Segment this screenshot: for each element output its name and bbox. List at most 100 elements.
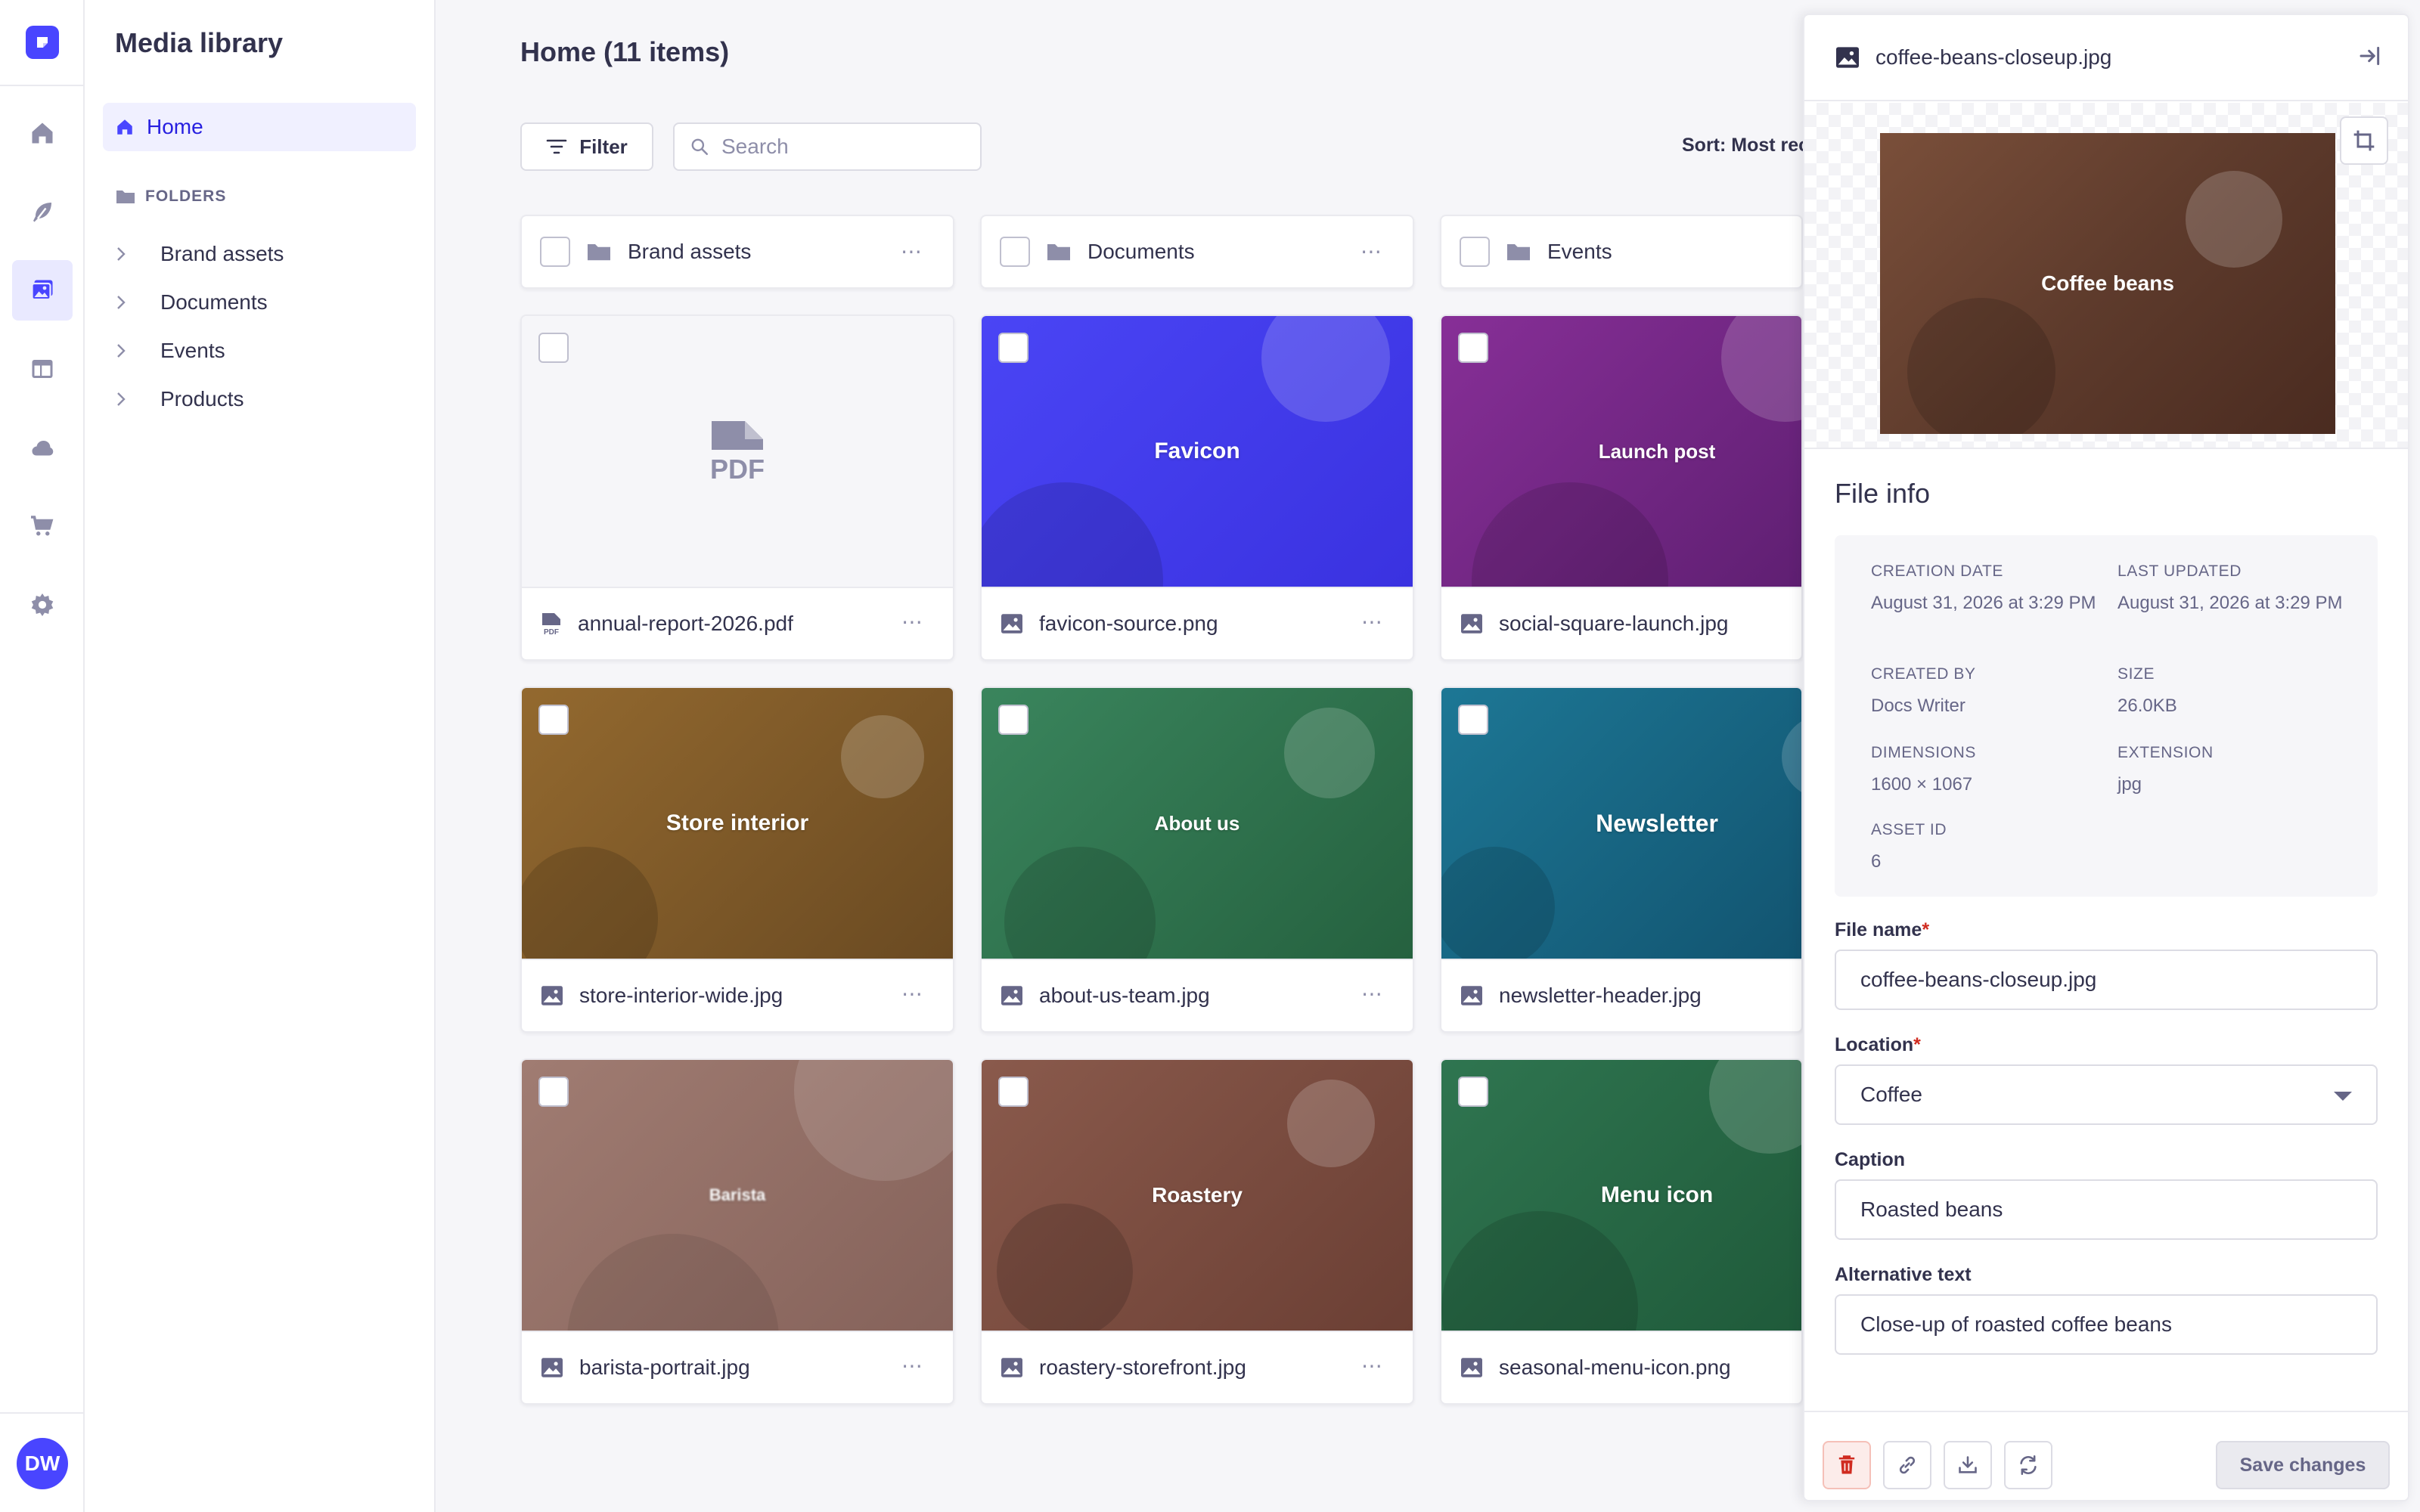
folder-name: Brand assets — [160, 242, 284, 265]
asset-thumbnail[interactable]: Newsletter — [1441, 688, 1801, 959]
info-label: SIZE — [2118, 665, 2155, 683]
thumbnail-decoration — [1709, 1060, 1801, 1154]
chevron-right-icon[interactable] — [115, 245, 127, 263]
panel-footer: Save changes — [1804, 1411, 2408, 1500]
chevron-right-icon[interactable] — [115, 342, 127, 360]
asset-file-name: store-interior-wide.jpg — [579, 984, 783, 1007]
sidebar-folder-events[interactable]: Events — [115, 336, 225, 366]
folder-checkbox[interactable] — [1000, 237, 1030, 267]
asset-checkbox[interactable] — [538, 1077, 569, 1107]
asset-card[interactable]: PDF PDF annual-report-2026.pdf ⋯ — [520, 314, 954, 661]
nav-settings-button[interactable] — [12, 575, 73, 635]
sidebar-item-home[interactable]: Home — [103, 103, 416, 151]
svg-text:PDF: PDF — [544, 628, 559, 636]
asset-card[interactable]: Favicon favicon-source.png ⋯ — [980, 314, 1414, 661]
folder-card[interactable]: Documents ⋯ — [980, 215, 1414, 289]
asset-thumbnail[interactable]: Roastery — [982, 1060, 1413, 1331]
pdf-icon-text: PDF — [710, 454, 765, 483]
folder-icon — [1507, 244, 1530, 261]
nav-content-type-builder-button[interactable] — [12, 339, 73, 399]
asset-checkbox[interactable] — [1458, 705, 1488, 735]
sort-select[interactable]: Sort: Most rec — [1682, 135, 1809, 156]
asset-file-name: barista-portrait.jpg — [579, 1356, 750, 1379]
thumbnail-decoration — [794, 1060, 953, 1181]
more-options-icon[interactable]: ⋯ — [1361, 1353, 1382, 1378]
more-options-icon[interactable]: ⋯ — [901, 609, 923, 634]
nav-marketplace-button[interactable] — [12, 496, 73, 556]
asset-card[interactable]: Store interior store-interior-wide.jpg ⋯ — [520, 686, 954, 1033]
info-label: CREATION DATE — [1871, 562, 2004, 580]
asset-thumbnail[interactable]: Store interior — [522, 688, 953, 959]
chevron-right-icon[interactable] — [115, 390, 127, 408]
asset-thumbnail[interactable]: Menu icon — [1441, 1060, 1801, 1331]
crop-button[interactable] — [2340, 116, 2388, 165]
user-avatar[interactable]: DW — [17, 1438, 68, 1489]
asset-thumbnail[interactable]: Launch post — [1441, 316, 1801, 587]
file-name-label: File name* — [1835, 919, 1929, 941]
asset-card[interactable]: Barista barista-portrait.jpg ⋯ — [520, 1058, 954, 1405]
more-options-icon[interactable]: ⋯ — [1360, 239, 1382, 264]
asset-card[interactable]: Launch post social-square-launch.jpg — [1440, 314, 1803, 661]
folder-card-name: Documents — [1087, 240, 1195, 263]
sidebar-folder-products[interactable]: Products — [115, 384, 244, 414]
nav-content-manager-button[interactable] — [12, 181, 73, 242]
folder-checkbox[interactable] — [1460, 237, 1490, 267]
asset-thumbnail[interactable]: Favicon — [982, 316, 1413, 587]
nav-cloud-button[interactable] — [12, 417, 73, 478]
file-info-title: File info — [1835, 478, 1931, 509]
asset-file-name: about-us-team.jpg — [1039, 984, 1210, 1007]
nav-media-library-button[interactable] — [12, 260, 73, 321]
asset-checkbox[interactable] — [998, 1077, 1028, 1107]
thumbnail-decoration — [1472, 482, 1668, 587]
filter-button-label: Filter — [579, 135, 628, 158]
folder-icon — [588, 244, 610, 261]
location-select[interactable]: Coffee — [1835, 1064, 2378, 1125]
sidebar-folder-brand-assets[interactable]: Brand assets — [115, 239, 284, 269]
copy-link-button[interactable] — [1883, 1441, 1931, 1489]
asset-checkbox[interactable] — [1458, 333, 1488, 363]
folder-checkbox[interactable] — [540, 237, 570, 267]
more-options-icon[interactable]: ⋯ — [901, 1353, 923, 1378]
nav-home-button[interactable] — [12, 103, 73, 163]
asset-card-footer: PDF annual-report-2026.pdf ⋯ — [522, 587, 953, 659]
info-value: August 31, 2026 at 3:29 PM — [1871, 593, 2096, 613]
save-changes-button[interactable]: Save changes — [2216, 1441, 2390, 1489]
download-button[interactable] — [1944, 1441, 1992, 1489]
asset-card[interactable]: Menu icon seasonal-menu-icon.png — [1440, 1058, 1803, 1405]
thumbnail-label: Newsletter — [1596, 809, 1718, 837]
asset-checkbox[interactable] — [998, 333, 1028, 363]
sidebar-folder-documents[interactable]: Documents — [115, 287, 268, 318]
asset-checkbox[interactable] — [538, 705, 569, 735]
app-logo[interactable] — [26, 26, 59, 59]
filter-button[interactable]: Filter — [520, 122, 653, 171]
alt-text-field[interactable] — [1835, 1294, 2378, 1355]
asset-thumbnail[interactable]: Barista — [522, 1060, 953, 1331]
more-options-icon[interactable]: ⋯ — [901, 981, 923, 1006]
asset-checkbox[interactable] — [1458, 1077, 1488, 1107]
folder-card[interactable]: Events — [1440, 215, 1803, 289]
sidebar-title: Media library — [115, 27, 284, 58]
replace-media-button[interactable] — [2004, 1441, 2052, 1489]
asset-card[interactable]: Roastery roastery-storefront.jpg ⋯ — [980, 1058, 1414, 1405]
collapse-panel-button[interactable] — [2358, 44, 2382, 72]
search-field[interactable] — [673, 122, 982, 171]
caption-field[interactable] — [1835, 1179, 2378, 1240]
asset-thumbnail[interactable]: About us — [982, 688, 1413, 959]
delete-button[interactable] — [1823, 1441, 1871, 1489]
chevron-right-icon[interactable] — [115, 293, 127, 311]
search-input[interactable] — [721, 135, 963, 159]
asset-card[interactable]: About us about-us-team.jpg ⋯ — [980, 686, 1414, 1033]
asset-checkbox[interactable] — [998, 705, 1028, 735]
more-options-icon[interactable]: ⋯ — [901, 239, 923, 264]
file-name-field[interactable] — [1835, 950, 2378, 1010]
more-options-icon[interactable]: ⋯ — [1361, 609, 1382, 634]
folder-card[interactable]: Brand assets ⋯ — [520, 215, 954, 289]
thumbnail-decoration — [1261, 316, 1390, 422]
asset-card-footer: social-square-launch.jpg — [1441, 587, 1801, 659]
asset-thumbnail[interactable]: PDF — [522, 316, 953, 587]
asset-checkbox[interactable] — [538, 333, 569, 363]
more-options-icon[interactable]: ⋯ — [1361, 981, 1382, 1006]
asset-card[interactable]: Newsletter newsletter-header.jpg — [1440, 686, 1803, 1033]
folder-icon — [116, 191, 135, 203]
asset-card-footer: seasonal-menu-icon.png — [1441, 1331, 1801, 1403]
